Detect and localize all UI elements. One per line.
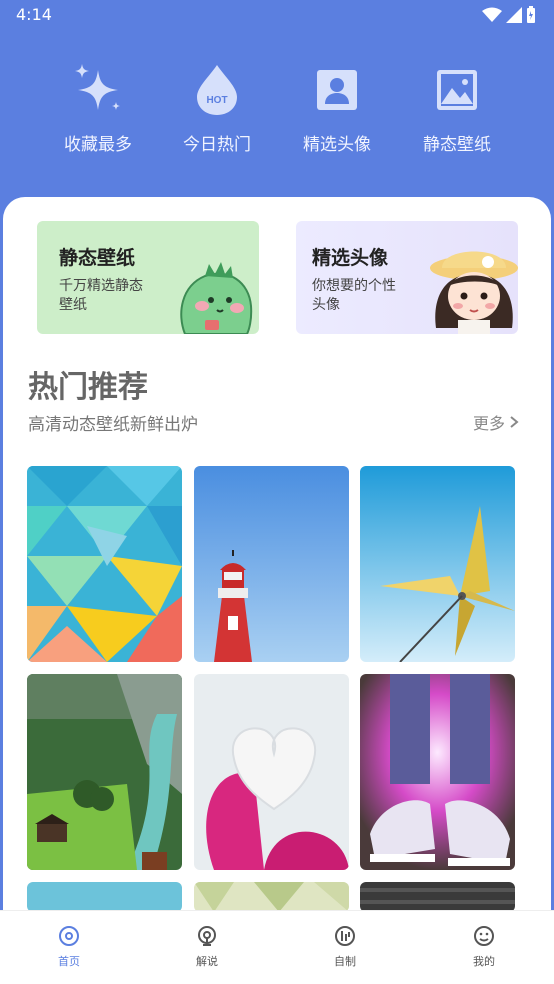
wallpaper-snow-heart[interactable] — [194, 674, 349, 870]
wallpaper-dark-stripes[interactable] — [360, 882, 515, 912]
home-disc-icon — [59, 926, 79, 946]
section-title: 热门推荐 — [28, 370, 148, 405]
nav-tab-profile[interactable]: 我的 — [444, 925, 524, 969]
custom-make-icon — [335, 926, 355, 946]
hot-drop-icon: HOT — [197, 65, 237, 115]
wallpaper-pinwheel[interactable] — [360, 466, 515, 662]
status-icons — [482, 6, 536, 24]
main-content-card: 静态壁纸 千万精选静态壁纸 精选头像 你想要的个性头像 热门推荐 高清动态壁纸新… — [3, 197, 551, 984]
quick-entry-label: 静态壁纸 — [423, 135, 491, 155]
nav-tab-custom[interactable]: 自制 — [305, 925, 385, 969]
wallpaper-image — [194, 882, 349, 912]
quick-entry-label: 精选头像 — [303, 135, 371, 155]
banner-static-wallpaper[interactable]: 静态壁纸 千万精选静态壁纸 — [37, 221, 259, 334]
wallpaper-teal-sky[interactable] — [27, 882, 182, 912]
section-subtitle: 高清动态壁纸新鲜出炉 — [28, 415, 198, 435]
avatar-card-icon — [317, 70, 357, 110]
wallpaper-image — [360, 674, 515, 870]
wifi-icon — [482, 7, 502, 22]
banner-subtitle: 千万精选静态壁纸 — [59, 278, 143, 313]
nav-tab-commentary[interactable]: 解说 — [167, 925, 247, 969]
banner-subtitle: 你想要的个性头像 — [312, 278, 396, 313]
quick-entry-featured-avatar[interactable]: 精选头像 — [277, 62, 397, 155]
quick-entry-most-favorited[interactable]: 收藏最多 — [38, 62, 158, 155]
dinosaur-mascot-illustration — [180, 262, 253, 334]
banner-featured-avatar[interactable]: 精选头像 你想要的个性头像 — [296, 221, 518, 334]
nav-tab-home[interactable]: 首页 — [29, 925, 109, 969]
chevron-right-icon — [510, 416, 519, 428]
nav-label: 解说 — [196, 955, 218, 968]
nav-label: 自制 — [334, 955, 356, 968]
wallpaper-image — [194, 466, 349, 662]
more-link-label: 更多 — [472, 414, 505, 433]
quick-entry-static-wallpaper[interactable]: 静态壁纸 — [397, 62, 517, 155]
more-link[interactable]: 更多 — [473, 410, 519, 434]
wallpaper-image — [360, 882, 515, 912]
nav-label: 首页 — [58, 955, 80, 968]
wallpaper-image — [27, 882, 182, 912]
status-bar: 4:14 — [0, 0, 554, 30]
wallpaper-image — [194, 674, 349, 870]
quick-entries: 收藏最多 HOT 今日热门 精选头像 静态壁纸 — [0, 62, 554, 162]
girl-avatar-illustration — [430, 251, 518, 334]
wallpaper-geometric-pattern[interactable] — [27, 466, 182, 662]
profile-face-icon — [474, 926, 494, 946]
signal-icon — [506, 7, 522, 23]
wallpaper-image — [27, 674, 182, 870]
quick-entry-label: 今日热门 — [183, 135, 251, 155]
bottom-navigation: 首页 解说 自制 我的 — [0, 910, 554, 984]
wallpaper-sneakers[interactable] — [360, 674, 515, 870]
battery-icon — [527, 6, 535, 23]
wallpaper-image — [27, 466, 182, 662]
image-icon — [437, 70, 477, 110]
svg-text:HOT: HOT — [206, 95, 227, 106]
wallpaper-lighthouse[interactable] — [194, 466, 349, 662]
banner-title: 精选头像 — [312, 247, 389, 269]
status-time: 4:14 — [16, 5, 52, 24]
nav-label: 我的 — [473, 955, 495, 968]
quick-entry-today-hot[interactable]: HOT 今日热门 — [157, 62, 277, 155]
sparkle-icon — [75, 64, 120, 110]
wallpaper-green-pattern[interactable] — [194, 882, 349, 912]
quick-entry-label: 收藏最多 — [64, 135, 132, 155]
commentary-icon — [198, 926, 216, 946]
banner-title: 静态壁纸 — [59, 247, 136, 269]
wallpaper-image — [360, 466, 515, 662]
wallpaper-river-valley[interactable] — [27, 674, 182, 870]
